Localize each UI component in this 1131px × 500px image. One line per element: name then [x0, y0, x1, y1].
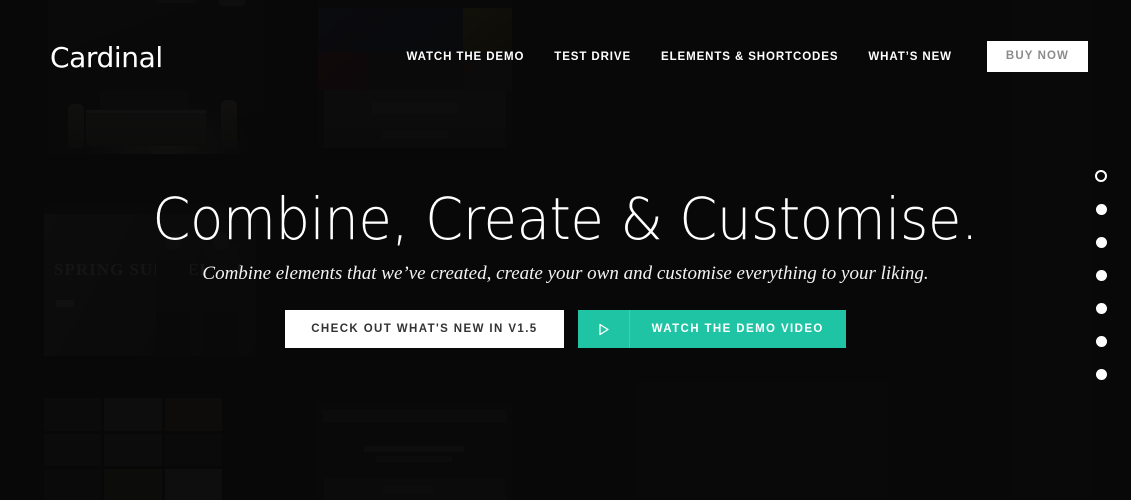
play-icon	[578, 310, 630, 348]
slide-dot-5[interactable]	[1095, 303, 1107, 314]
hero-title: Combine, Create & Customise.	[152, 185, 979, 253]
page-root: SPRING SUMMER '14 Cardinal WATCH THE DEM…	[0, 0, 1131, 500]
slide-dot-7[interactable]	[1095, 369, 1107, 380]
nav-item-whats-new[interactable]: WHAT’S NEW	[853, 42, 967, 72]
slide-dot-navigation	[1095, 170, 1107, 380]
main-navigation: WATCH THE DEMO TEST DRIVE ELEMENTS & SHO…	[392, 41, 1088, 72]
slide-dot-2[interactable]	[1095, 204, 1107, 215]
slide-dot-1[interactable]	[1095, 170, 1107, 182]
slide-dot-4[interactable]	[1095, 270, 1107, 281]
hero-subtitle: Combine elements that we’ve created, cre…	[202, 263, 929, 284]
nav-item-test-drive[interactable]: TEST DRIVE	[539, 42, 646, 72]
whats-new-cta-button[interactable]: CHECK OUT WHAT'S NEW IN V1.5	[285, 310, 564, 348]
site-header: Cardinal WATCH THE DEMO TEST DRIVE ELEME…	[0, 0, 1131, 112]
watch-demo-video-button[interactable]: WATCH THE DEMO VIDEO	[577, 310, 846, 348]
hero-action-buttons: CHECK OUT WHAT'S NEW IN V1.5 WATCH THE D…	[285, 310, 846, 348]
slide-dot-3[interactable]	[1095, 237, 1107, 248]
site-logo[interactable]: Cardinal	[50, 41, 163, 74]
slide-dot-6[interactable]	[1095, 336, 1107, 347]
buy-now-button[interactable]: BUY NOW	[986, 41, 1088, 72]
nav-item-elements-and-shortcodes[interactable]: ELEMENTS & SHORTCODES	[646, 42, 853, 72]
nav-item-watch-the-demo[interactable]: WATCH THE DEMO	[392, 42, 540, 72]
watch-demo-video-label: WATCH THE DEMO VIDEO	[651, 323, 824, 335]
